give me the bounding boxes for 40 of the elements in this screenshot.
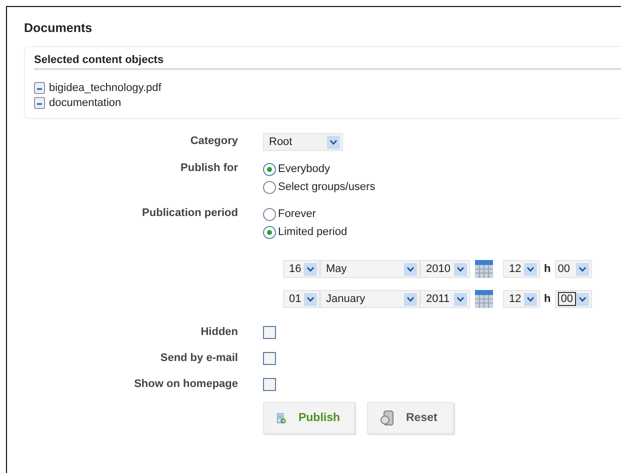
hour-dropdown[interactable]: 12: [503, 290, 540, 308]
document-name[interactable]: documentation: [49, 96, 122, 108]
radio-label[interactable]: Everybody: [278, 163, 330, 175]
field-label: Show on homepage: [134, 378, 238, 390]
year-dropdown[interactable]: 2010: [420, 260, 470, 278]
radio-button[interactable]: [263, 180, 276, 194]
year-dropdown[interactable]: 2011: [420, 290, 470, 308]
hour-unit: h: [544, 293, 551, 305]
hour-dropdown[interactable]: 12: [503, 260, 540, 278]
field-label: Hidden: [200, 326, 238, 338]
field-label: Publication period: [142, 207, 238, 219]
day-dropdown[interactable]: 16: [283, 260, 320, 278]
page-title: Documents: [24, 21, 94, 37]
reset-button[interactable]: Reset: [367, 402, 454, 434]
document-name[interactable]: bigidea_technology.pdf: [49, 82, 162, 94]
radio-label[interactable]: Forever: [278, 208, 316, 220]
minute-dropdown[interactable]: 00: [554, 290, 592, 308]
calendar-icon[interactable]: [475, 290, 493, 308]
radio-button[interactable]: [263, 226, 276, 238]
checkbox[interactable]: [263, 326, 276, 339]
checkbox[interactable]: [263, 378, 276, 391]
category-dropdown[interactable]: Root: [263, 133, 343, 151]
month-dropdown[interactable]: January: [320, 290, 420, 308]
radio-button[interactable]: [263, 162, 276, 176]
radio-label[interactable]: Select groups/users: [278, 181, 376, 193]
minute-dropdown[interactable]: 00: [554, 260, 592, 278]
field-label: Category: [190, 135, 238, 147]
field-label: Publish for: [180, 162, 238, 174]
field-label: Send by e-mail: [160, 352, 238, 364]
checkbox[interactable]: [263, 352, 276, 365]
hour-unit: h: [544, 263, 551, 275]
panel-heading: Selected content objects: [34, 54, 621, 70]
radio-label[interactable]: Limited period: [278, 226, 348, 238]
publish-button[interactable]: Publish: [263, 402, 355, 434]
document-icon: [34, 82, 45, 94]
radio-button[interactable]: [263, 208, 276, 220]
day-dropdown[interactable]: 01: [283, 290, 320, 308]
document-icon: [34, 96, 45, 108]
calendar-icon[interactable]: [475, 260, 493, 278]
month-dropdown[interactable]: May: [320, 260, 420, 278]
